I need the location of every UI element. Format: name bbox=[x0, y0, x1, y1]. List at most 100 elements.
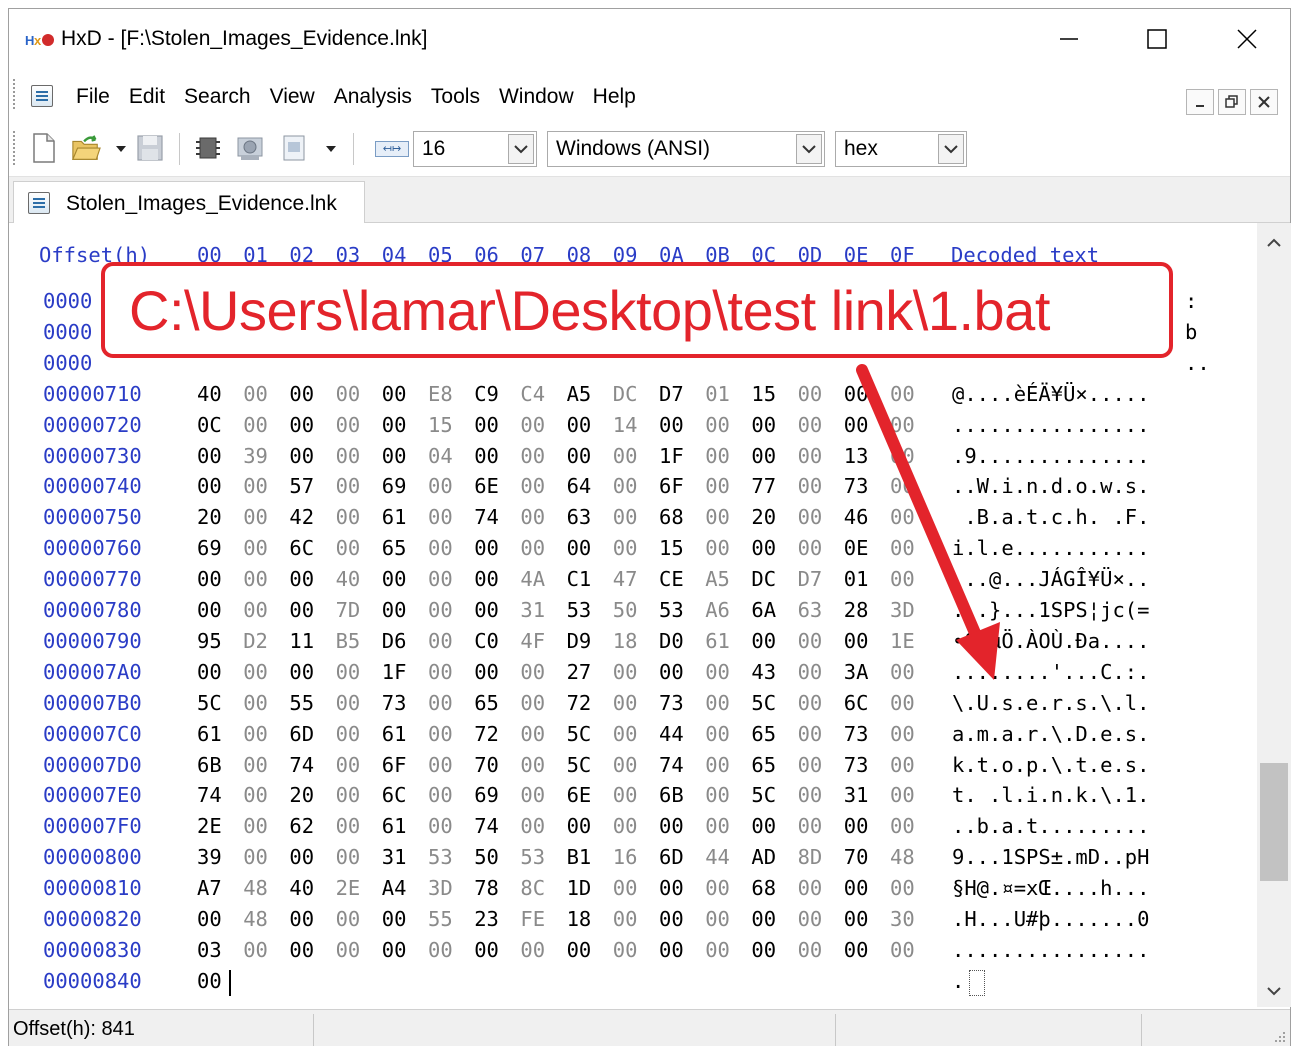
hex-byte[interactable]: 31 bbox=[844, 783, 869, 807]
hex-byte[interactable]: 00 bbox=[890, 474, 915, 498]
hex-byte[interactable]: 00 bbox=[336, 691, 361, 715]
hex-byte[interactable]: 00 bbox=[336, 814, 361, 838]
hex-byte[interactable]: 00 bbox=[844, 382, 869, 406]
hex-byte[interactable]: A7 bbox=[197, 876, 222, 900]
hex-byte[interactable]: 61 bbox=[705, 629, 730, 653]
decoded-text[interactable]: 9...1SPS±.mD..pH bbox=[952, 845, 1149, 869]
hex-byte[interactable]: 61 bbox=[382, 722, 407, 746]
new-file-button[interactable] bbox=[29, 133, 59, 163]
hex-byte[interactable]: 00 bbox=[428, 938, 453, 962]
hex-byte[interactable]: 6A bbox=[751, 598, 776, 622]
decoded-text[interactable]: @....èÉÄ¥Ü×..... bbox=[952, 382, 1149, 406]
hex-row[interactable]: 000007F0 2E 00 62 00 61 00 74 00 00 00 00 00 00 00 00 00… bbox=[9, 814, 1257, 844]
hex-byte[interactable]: 2E bbox=[336, 876, 361, 900]
decoded-text[interactable]: ...@...JÁGÎ¥Ü×.. bbox=[952, 567, 1149, 591]
hex-byte[interactable]: 00 bbox=[382, 413, 407, 437]
mdi-close-button[interactable] bbox=[1250, 89, 1278, 115]
hex-byte[interactable]: 00 bbox=[705, 753, 730, 777]
hex-byte[interactable]: B5 bbox=[336, 629, 361, 653]
menu-item-file[interactable]: File bbox=[67, 85, 120, 109]
hex-byte[interactable]: 00 bbox=[751, 814, 776, 838]
hex-byte[interactable]: 73 bbox=[844, 753, 869, 777]
mdi-minimize-button[interactable] bbox=[1186, 89, 1214, 115]
decoded-text[interactable]: •Ò.µÖ.ÀOÙ.Ða.... bbox=[952, 629, 1149, 653]
hex-row[interactable]: 000007B0 5C 00 55 00 73 00 65 00 72 00 73 00 5C 00 6C 00… bbox=[9, 691, 1257, 721]
hex-byte[interactable]: 3D bbox=[428, 876, 453, 900]
decoded-text[interactable]: .. bbox=[1185, 351, 1210, 375]
hex-byte[interactable]: 6B bbox=[197, 753, 222, 777]
hex-row[interactable]: 00000800 39 00 00 00 31 53 50 53 B1 16 6D 44 AD 8D 70 48… bbox=[9, 845, 1257, 875]
hex-byte[interactable]: 00 bbox=[751, 444, 776, 468]
hex-byte[interactable]: 00 bbox=[289, 907, 314, 931]
hex-byte[interactable]: 00 bbox=[705, 444, 730, 468]
hex-byte[interactable]: 5C bbox=[751, 691, 776, 715]
hex-byte[interactable]: 00 bbox=[567, 814, 592, 838]
hex-byte[interactable]: 39 bbox=[197, 845, 222, 869]
hex-byte[interactable]: 00 bbox=[474, 413, 499, 437]
hex-byte[interactable]: 40 bbox=[197, 382, 222, 406]
hex-byte[interactable]: A5 bbox=[567, 382, 592, 406]
hex-row[interactable]: 000007D0 6B 00 74 00 6F 00 70 00 5C 00 74 00 65 00 73 00… bbox=[9, 753, 1257, 783]
hex-byte[interactable]: 00 bbox=[243, 660, 268, 684]
hex-byte[interactable]: 00 bbox=[428, 567, 453, 591]
hex-byte[interactable]: 15 bbox=[659, 536, 684, 560]
hex-byte[interactable]: 00 bbox=[798, 814, 823, 838]
hex-byte[interactable]: 74 bbox=[289, 753, 314, 777]
toolbar-grip[interactable] bbox=[13, 131, 17, 165]
hex-byte[interactable]: 00 bbox=[613, 722, 638, 746]
hex-byte[interactable]: 00 bbox=[798, 413, 823, 437]
hex-byte[interactable]: 73 bbox=[844, 722, 869, 746]
hex-byte[interactable]: 00 bbox=[798, 474, 823, 498]
hex-byte[interactable]: 00 bbox=[428, 722, 453, 746]
hex-byte[interactable]: 00 bbox=[243, 783, 268, 807]
hex-byte[interactable]: 00 bbox=[289, 845, 314, 869]
hex-byte[interactable]: 00 bbox=[428, 536, 453, 560]
menu-item-edit[interactable]: Edit bbox=[120, 85, 175, 109]
resize-grip-icon[interactable] bbox=[1271, 1028, 1287, 1044]
hex-byte[interactable]: 00 bbox=[798, 907, 823, 931]
hex-byte[interactable]: 00 bbox=[474, 660, 499, 684]
hex-byte[interactable]: 00 bbox=[890, 691, 915, 715]
hex-byte[interactable]: 8C bbox=[520, 876, 545, 900]
hex-byte[interactable]: 20 bbox=[751, 505, 776, 529]
hex-row[interactable]: 00000820 00 48 00 00 00 55 23 FE 18 00 00 00 00 00 00 30… bbox=[9, 907, 1257, 937]
hex-byte[interactable]: 40 bbox=[336, 567, 361, 591]
save-button[interactable] bbox=[135, 133, 165, 163]
hex-byte[interactable]: 18 bbox=[567, 907, 592, 931]
hex-byte[interactable]: 00 bbox=[844, 907, 869, 931]
hex-byte[interactable]: 00 bbox=[613, 814, 638, 838]
close-button[interactable] bbox=[1217, 19, 1277, 59]
hex-byte[interactable]: 20 bbox=[197, 505, 222, 529]
hex-byte[interactable]: 00 bbox=[428, 660, 453, 684]
hex-byte[interactable]: 00 bbox=[289, 413, 314, 437]
hex-byte[interactable]: 00 bbox=[844, 876, 869, 900]
hex-byte[interactable]: 00 bbox=[705, 783, 730, 807]
ram-editor-button[interactable] bbox=[193, 133, 223, 163]
hex-byte[interactable]: 00 bbox=[890, 783, 915, 807]
hex-byte[interactable]: 00 bbox=[243, 505, 268, 529]
hex-byte[interactable]: 00 bbox=[520, 536, 545, 560]
hex-byte[interactable]: 00 bbox=[428, 598, 453, 622]
hex-byte[interactable]: 00 bbox=[705, 474, 730, 498]
hex-byte[interactable]: 6F bbox=[659, 474, 684, 498]
hex-byte[interactable]: 00 bbox=[890, 413, 915, 437]
hex-byte[interactable]: 64 bbox=[567, 474, 592, 498]
hex-byte[interactable]: 77 bbox=[751, 474, 776, 498]
offset-base-dropdown-button[interactable] bbox=[938, 134, 964, 164]
hex-byte[interactable]: 1F bbox=[382, 660, 407, 684]
hex-byte[interactable]: 00 bbox=[382, 382, 407, 406]
hex-byte[interactable]: 44 bbox=[659, 722, 684, 746]
decoded-text[interactable]: : bbox=[1185, 289, 1197, 313]
hex-byte[interactable]: B1 bbox=[567, 845, 592, 869]
decoded-text[interactable]: k.t.o.p.\.t.e.s. bbox=[952, 753, 1149, 777]
hex-byte[interactable]: 15 bbox=[428, 413, 453, 437]
hex-byte[interactable]: 00 bbox=[705, 876, 730, 900]
hex-byte[interactable]: 00 bbox=[336, 753, 361, 777]
hex-byte[interactable]: 00 bbox=[613, 505, 638, 529]
hex-byte[interactable]: 00 bbox=[890, 876, 915, 900]
hex-byte[interactable]: 00 bbox=[751, 413, 776, 437]
hex-byte[interactable]: D6 bbox=[382, 629, 407, 653]
hex-byte[interactable]: 00 bbox=[336, 382, 361, 406]
hex-byte[interactable]: 00 bbox=[798, 444, 823, 468]
hex-byte[interactable]: 00 bbox=[382, 907, 407, 931]
